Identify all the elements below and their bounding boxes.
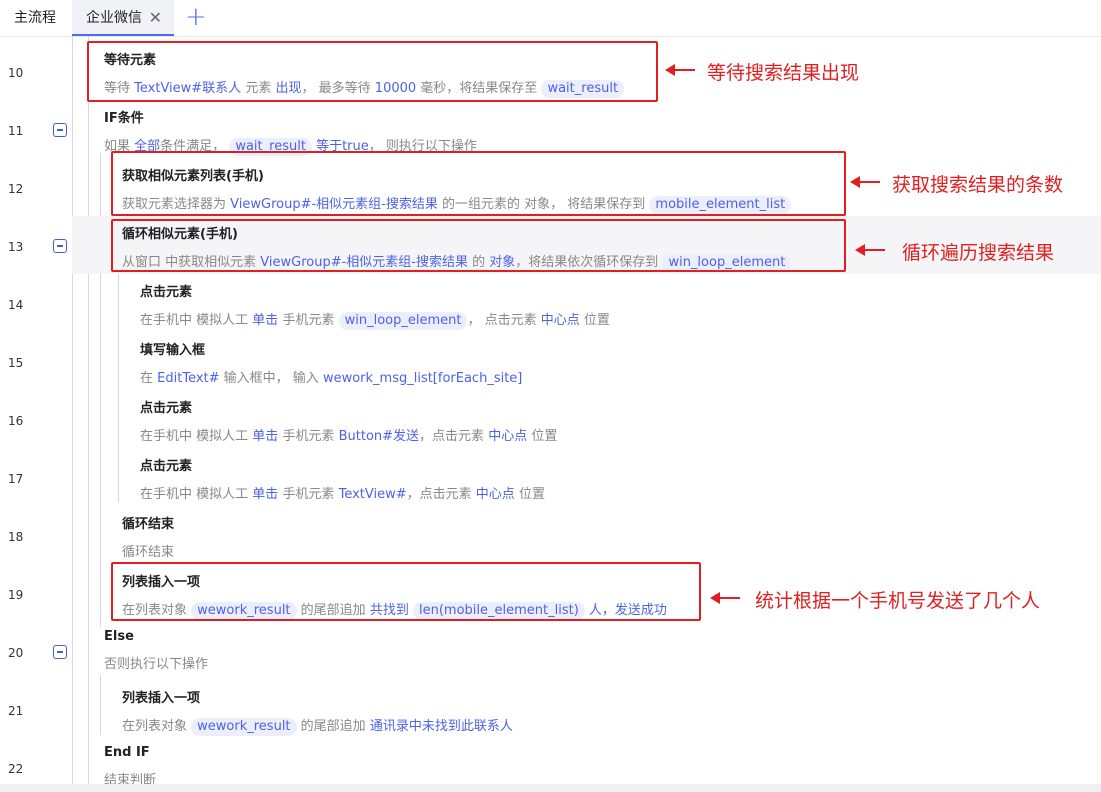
step-row[interactable]: 16 点击元素 在手机中 模拟人工 单击 手机元素 Button#发送，点击元素… <box>0 392 1101 450</box>
step-row[interactable]: 22 End IF 结束判断 <box>0 740 1101 788</box>
arrow-left-icon <box>665 64 695 76</box>
step-description: 循环结束 <box>122 545 175 560</box>
tab-wework-label: 企业微信 <box>86 10 142 26</box>
step-row[interactable]: 21 列表插入一项 在列表对象 wework_result 的尾部追加 通讯录中… <box>0 682 1101 740</box>
step-row[interactable]: 14 点击元素 在手机中 模拟人工 单击 手机元素 win_loop_eleme… <box>0 276 1101 334</box>
plus-icon[interactable]: + <box>185 4 207 30</box>
step-description: 在 EditText# 输入框中， 输入 wework_msg_list[for… <box>140 371 523 386</box>
annotation-box <box>87 41 658 102</box>
line-number: 12 <box>8 182 24 196</box>
line-number: 13 <box>8 240 24 254</box>
tab-main-flow[interactable]: 主流程 <box>14 0 56 36</box>
arrow-left-icon <box>855 244 885 256</box>
annotation-text: 获取搜索结果的条数 <box>892 174 1064 196</box>
step-description: 在列表对象 wework_result 的尾部追加 通讯录中未找到此联系人 <box>122 718 513 736</box>
step-description: 在手机中 模拟人工 单击 手机元素 TextView#，点击元素 中心点 位置 <box>140 487 545 502</box>
variable-pill[interactable]: wework_result <box>191 718 297 736</box>
collapse-icon[interactable] <box>53 239 67 253</box>
line-number: 18 <box>8 530 24 544</box>
line-number: 19 <box>8 588 24 602</box>
variable-pill[interactable]: win_loop_element <box>338 312 468 330</box>
tab-bar: 主流程 企业微信 ✕ + <box>0 0 1101 37</box>
collapse-icon[interactable] <box>53 123 67 137</box>
collapse-icon[interactable] <box>53 645 67 659</box>
close-icon[interactable]: ✕ <box>149 0 162 36</box>
line-number: 16 <box>8 414 24 428</box>
line-number: 11 <box>8 124 24 138</box>
step-row[interactable]: 18 循环结束 循环结束 <box>0 508 1101 566</box>
step-title: 点击元素 <box>140 285 193 300</box>
step-title: 列表插入一项 <box>122 691 201 706</box>
bottom-scrollbar[interactable] <box>0 784 1101 792</box>
line-number: 10 <box>8 66 24 80</box>
annotation-text: 等待搜索结果出现 <box>707 62 860 84</box>
step-row[interactable]: 17 点击元素 在手机中 模拟人工 单击 手机元素 TextView#，点击元素… <box>0 450 1101 508</box>
annotation-box <box>111 562 701 621</box>
annotation-text: 循环遍历搜索结果 <box>902 242 1055 264</box>
step-title: End IF <box>104 745 150 760</box>
step-title: 填写输入框 <box>140 343 206 358</box>
annotation-box <box>111 219 846 272</box>
annotation-text: 统计根据一个手机号发送了几个人 <box>755 590 1041 612</box>
arrow-left-icon <box>710 592 740 604</box>
step-title: 点击元素 <box>140 401 193 416</box>
arrow-left-icon <box>850 176 880 188</box>
step-row[interactable]: 20 Else 否则执行以下操作 <box>0 624 1101 682</box>
line-number: 21 <box>8 704 24 718</box>
step-description: 否则执行以下操作 <box>104 657 209 672</box>
step-title: 点击元素 <box>140 459 193 474</box>
step-title: 循环结束 <box>122 517 175 532</box>
step-title: Else <box>104 629 134 644</box>
line-number: 17 <box>8 472 24 486</box>
line-number: 15 <box>8 356 24 370</box>
line-number: 22 <box>8 762 24 776</box>
step-title: IF条件 <box>104 111 144 126</box>
tab-wework[interactable]: 企业微信 ✕ <box>72 0 174 36</box>
step-description: 在手机中 模拟人工 单击 手机元素 Button#发送，点击元素 中心点 位置 <box>140 429 558 444</box>
step-description: 在手机中 模拟人工 单击 手机元素 win_loop_element， 点击元素… <box>140 312 610 330</box>
annotation-box <box>111 151 846 216</box>
line-number: 14 <box>8 298 24 312</box>
line-number: 20 <box>8 646 24 660</box>
step-row[interactable]: 15 填写输入框 在 EditText# 输入框中， 输入 wework_msg… <box>0 334 1101 392</box>
